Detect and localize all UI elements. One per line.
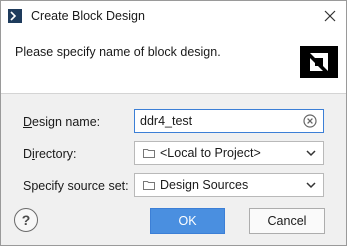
cancel-button[interactable]: Cancel	[249, 208, 325, 234]
directory-value: <Local to Project>	[160, 146, 261, 160]
ok-button[interactable]: OK	[150, 208, 225, 234]
directory-dropdown[interactable]: <Local to Project>	[134, 141, 324, 165]
block-design-icon	[8, 9, 22, 23]
design-name-label: Design name:	[23, 115, 101, 129]
close-button[interactable]	[318, 4, 342, 28]
amd-logo	[300, 46, 338, 78]
clear-icon[interactable]	[303, 114, 317, 128]
window-title: Create Block Design	[31, 9, 145, 23]
folder-icon	[143, 149, 155, 158]
folder-icon	[143, 181, 155, 190]
design-name-value[interactable]: ddr4_test	[135, 114, 303, 128]
source-set-value: Design Sources	[160, 178, 249, 192]
help-button[interactable]: ?	[14, 208, 38, 232]
source-set-dropdown[interactable]: Design Sources	[134, 173, 324, 197]
chevron-down-icon[interactable]	[304, 146, 318, 160]
chevron-down-icon[interactable]	[304, 178, 318, 192]
close-icon	[324, 10, 336, 22]
create-block-design-dialog: Create Block Design Please specify name …	[0, 0, 347, 246]
amd-arrow-icon	[310, 53, 328, 71]
title-bar[interactable]: Create Block Design	[1, 1, 346, 32]
design-name-input[interactable]: ddr4_test	[134, 109, 324, 133]
directory-label: Directory:	[23, 147, 77, 161]
header-message: Please specify name of block design.	[15, 45, 221, 59]
source-set-label: Specify source set:	[23, 179, 129, 193]
dialog-header: Please specify name of block design.	[1, 32, 346, 94]
